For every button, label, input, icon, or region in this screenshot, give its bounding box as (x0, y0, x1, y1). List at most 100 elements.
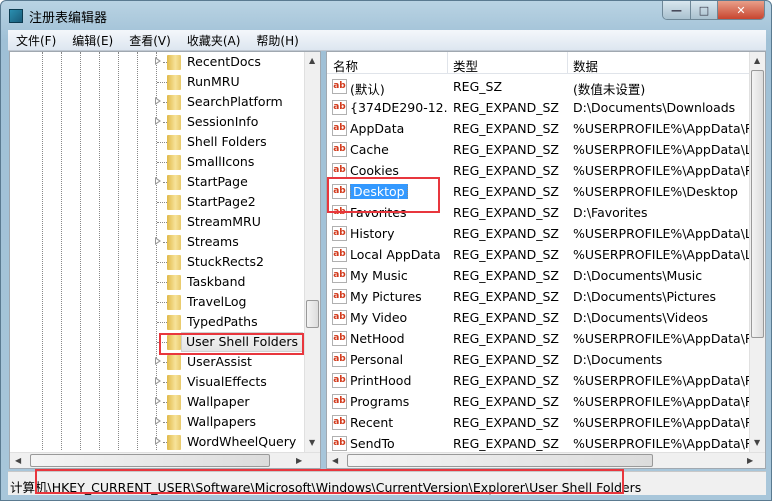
expand-arrow-icon[interactable] (155, 237, 161, 245)
tree-item[interactable]: WordWheelQuery (10, 432, 304, 452)
value-type: REG_EXPAND_SZ (453, 184, 559, 199)
maximize-button[interactable]: □ (690, 1, 717, 19)
value-name: History (350, 226, 395, 241)
menu-file[interactable]: 文件(F) (8, 32, 64, 49)
scroll-thumb[interactable] (30, 454, 270, 467)
value-row[interactable]: ab My Video REG_EXPAND_SZ D:\Documents\Vide… (327, 307, 749, 328)
expand-arrow-icon[interactable] (155, 417, 161, 425)
tree-item[interactable]: StartPage (10, 172, 304, 192)
list-vertical-scrollbar[interactable]: ▲ ▼ (749, 52, 765, 452)
value-row[interactable]: ab (默认) REG_SZ (数值未设置) (327, 76, 749, 97)
menu-edit[interactable]: 编辑(E) (64, 32, 121, 49)
scroll-up-arrow[interactable]: ▲ (309, 56, 315, 65)
scroll-left-arrow[interactable]: ◀ (332, 456, 338, 465)
string-value-icon: ab (332, 352, 347, 367)
folder-icon (167, 295, 181, 310)
tree-item[interactable]: SessionInfo (10, 112, 304, 132)
tree-item-label: StuckRects2 (187, 254, 264, 269)
expand-arrow-icon[interactable] (155, 57, 161, 65)
column-name[interactable]: 名称 (333, 56, 358, 75)
expand-arrow-icon[interactable] (155, 97, 161, 105)
value-row[interactable]: ab PrintHood REG_EXPAND_SZ %USERPROFILE%\Ap… (327, 370, 749, 391)
close-button[interactable]: ✕ (717, 1, 764, 19)
value-row[interactable]: ab Cache REG_EXPAND_SZ %USERPROFILE%\AppDat… (327, 139, 749, 160)
tree-item-label: SessionInfo (187, 114, 259, 129)
string-value-icon: ab (332, 394, 347, 409)
column-divider[interactable] (447, 52, 448, 74)
tree-item[interactable]: Streams (10, 232, 304, 252)
value-row[interactable]: ab {374DE290-12... REG_EXPAND_SZ D:\Documen… (327, 97, 749, 118)
menu-help[interactable]: 帮助(H) (248, 32, 306, 49)
scroll-up-arrow[interactable]: ▲ (754, 56, 760, 65)
value-row[interactable]: ab My Pictures REG_EXPAND_SZ D:\Documents\P… (327, 286, 749, 307)
tree-item[interactable]: VisualEffects (10, 372, 304, 392)
tree-item[interactable]: RecentDocs (10, 52, 304, 72)
menu-view[interactable]: 查看(V) (121, 32, 179, 49)
value-row[interactable]: ab NetHood REG_EXPAND_SZ %USERPROFILE%\AppD… (327, 328, 749, 349)
scroll-down-arrow[interactable]: ▼ (754, 438, 760, 447)
scroll-right-arrow[interactable]: ▶ (747, 456, 753, 465)
scroll-thumb[interactable] (347, 454, 653, 467)
tree-item[interactable]: StartPage2 (10, 192, 304, 212)
folder-icon (167, 415, 181, 430)
value-row[interactable]: ab Recent REG_EXPAND_SZ %USERPROFILE%\AppDa… (327, 412, 749, 433)
value-row[interactable]: ab My Music REG_EXPAND_SZ D:\Documents\Musi… (327, 265, 749, 286)
value-row[interactable]: ab AppData REG_EXPAND_SZ %USERPROFILE%\AppD… (327, 118, 749, 139)
tree-connector (157, 222, 167, 223)
tree-vertical-scrollbar[interactable]: ▲ ▼ (304, 52, 320, 452)
string-value-icon: ab (332, 226, 347, 241)
tree-item[interactable]: StuckRects2 (10, 252, 304, 272)
tree-item[interactable]: TravelLog (10, 292, 304, 312)
minimize-button[interactable]: — (663, 1, 690, 19)
folder-icon (167, 215, 181, 230)
value-type: REG_EXPAND_SZ (453, 289, 559, 304)
tree-horizontal-scrollbar[interactable]: ◀ ▶ (10, 452, 320, 468)
value-row[interactable]: ab SendTo REG_EXPAND_SZ %USERPROFILE%\AppDa… (327, 433, 749, 454)
value-row[interactable]: ab History REG_EXPAND_SZ %USERPROFILE%\AppD… (327, 223, 749, 244)
key-tree-pane: ▲ ▼ ◀ ▶ RecentDocs RunMRU SearchPlatform Se… (9, 51, 321, 469)
scroll-left-arrow[interactable]: ◀ (15, 456, 21, 465)
value-type: REG_EXPAND_SZ (453, 226, 559, 241)
list-horizontal-scrollbar[interactable]: ◀ ▶ (327, 452, 765, 468)
value-row[interactable]: ab Local AppData REG_EXPAND_SZ %USERPROFILE… (327, 244, 749, 265)
value-name: My Pictures (350, 289, 422, 304)
tree-item[interactable]: TypedPaths (10, 312, 304, 332)
string-value-icon: ab (332, 415, 347, 430)
tree-item[interactable]: SmallIcons (10, 152, 304, 172)
scroll-right-arrow[interactable]: ▶ (296, 456, 302, 465)
folder-icon (167, 75, 181, 90)
value-data: D:\Documents\Pictures (573, 289, 717, 304)
expand-arrow-icon[interactable] (155, 177, 161, 185)
value-type: REG_EXPAND_SZ (453, 331, 559, 346)
tree-item[interactable]: RunMRU (10, 72, 304, 92)
expand-arrow-icon[interactable] (155, 437, 161, 445)
tree-item[interactable]: UserAssist (10, 352, 304, 372)
tree-item[interactable]: StreamMRU (10, 212, 304, 232)
column-data[interactable]: 数据 (573, 56, 598, 75)
value-name: Cache (350, 142, 389, 157)
scroll-down-arrow[interactable]: ▼ (309, 438, 315, 447)
string-value-icon: ab (332, 436, 347, 451)
value-name: SendTo (350, 436, 395, 451)
tree-item[interactable]: Shell Folders (10, 132, 304, 152)
tree-item[interactable]: Wallpaper (10, 392, 304, 412)
value-row[interactable]: ab Programs REG_EXPAND_SZ %USERPROFILE%\App… (327, 391, 749, 412)
folder-icon (167, 155, 181, 170)
tree-item[interactable]: Wallpapers (10, 412, 304, 432)
tree-item[interactable]: Taskband (10, 272, 304, 292)
tree-item[interactable]: SearchPlatform (10, 92, 304, 112)
column-type[interactable]: 类型 (453, 56, 478, 75)
expand-arrow-icon[interactable] (155, 117, 161, 125)
tree-item-label: TravelLog (187, 294, 247, 309)
expand-arrow-icon[interactable] (155, 377, 161, 385)
expand-arrow-icon[interactable] (155, 357, 161, 365)
scroll-thumb[interactable] (751, 70, 764, 338)
value-name: Programs (350, 394, 410, 409)
folder-icon (167, 195, 181, 210)
column-divider[interactable] (567, 52, 568, 74)
scroll-thumb[interactable] (306, 300, 319, 328)
expand-arrow-icon[interactable] (155, 397, 161, 405)
menu-favorites[interactable]: 收藏夹(A) (179, 32, 249, 49)
value-row[interactable]: ab Personal REG_EXPAND_SZ D:\Documents (327, 349, 749, 370)
tree-item-label: RecentDocs (187, 54, 261, 69)
